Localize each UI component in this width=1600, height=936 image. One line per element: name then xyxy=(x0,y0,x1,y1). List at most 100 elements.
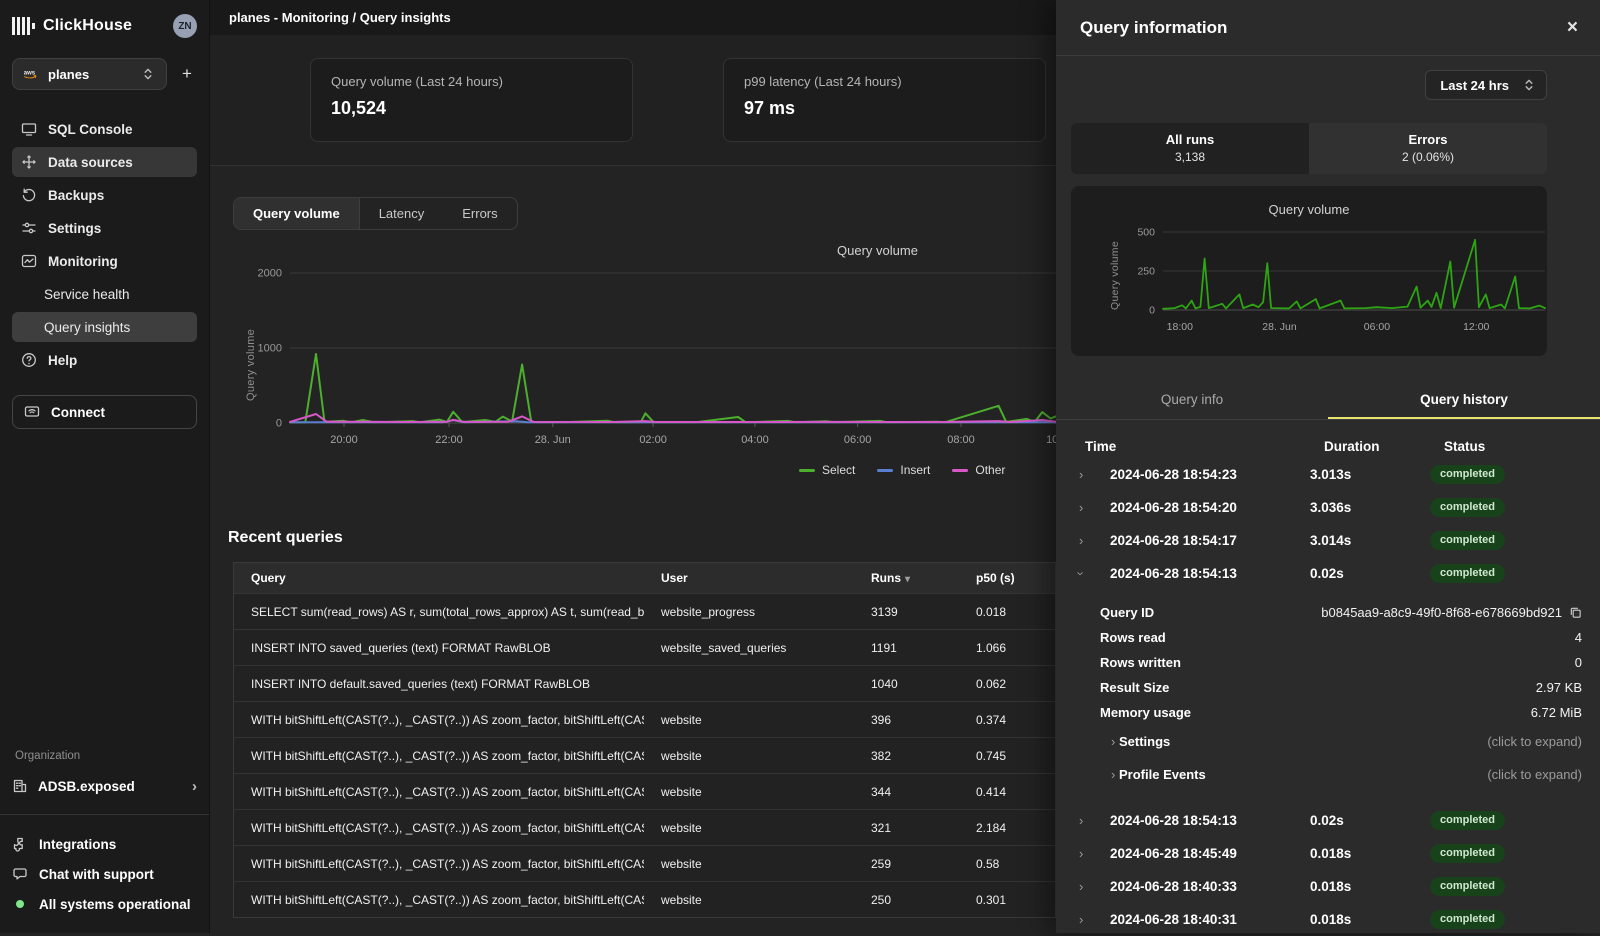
segment-all-runs[interactable]: All runs3,138 xyxy=(1071,123,1309,174)
cell-query: INSERT INTO saved_queries (text) FORMAT … xyxy=(234,641,644,655)
svg-text:250: 250 xyxy=(1137,266,1155,278)
table-row[interactable]: WITH bitShiftLeft(CAST(?..), _CAST(?..))… xyxy=(234,845,1055,881)
sidebar-item-all-systems-operational[interactable]: All systems operational xyxy=(12,889,197,919)
cell-user: website_progress xyxy=(644,605,854,619)
sidebar: ClickHouse ZN aws planes + SQL ConsoleDa… xyxy=(0,0,210,933)
table-row[interactable]: INSERT INTO default.saved_queries (text)… xyxy=(234,665,1055,701)
time-range-selector[interactable]: Last 24 hrs xyxy=(1425,70,1547,100)
cell-runs: 344 xyxy=(854,785,959,799)
tab-query-info[interactable]: Query info xyxy=(1056,382,1328,419)
chevron-right-icon[interactable]: › xyxy=(1071,500,1095,515)
legend-item-insert[interactable]: Insert xyxy=(877,463,930,477)
expandable-label: Profile Events xyxy=(1119,767,1206,782)
chevron-right-icon: › xyxy=(192,778,197,795)
chevron-right-icon: › xyxy=(1100,734,1119,749)
expandable-section-profile-events[interactable]: ›Profile Events(click to expand) xyxy=(1100,758,1582,791)
legend-item-select[interactable]: Select xyxy=(799,463,855,477)
history-time: 2024-06-28 18:40:31 xyxy=(1095,912,1310,927)
sidebar-item-monitoring[interactable]: Monitoring xyxy=(12,246,197,276)
segment-value: 2 (0.06%) xyxy=(1309,150,1547,164)
service-selector[interactable]: aws planes xyxy=(12,58,167,90)
connect-button[interactable]: Connect xyxy=(12,395,197,429)
add-service-button[interactable]: + xyxy=(177,64,197,84)
history-row[interactable]: ›2024-06-28 18:54:173.014scompleted xyxy=(1071,524,1592,557)
breadcrumb-bar: planes - Monitoring / Query insights xyxy=(210,0,1056,35)
history-row[interactable]: ›2024-06-28 18:54:130.02scompleted xyxy=(1071,557,1592,590)
cell-query: WITH bitShiftLeft(CAST(?..), _CAST(?..))… xyxy=(234,821,644,835)
legend-item-other[interactable]: Other xyxy=(952,463,1005,477)
detail-label: Query ID xyxy=(1100,605,1154,620)
chevron-right-icon[interactable]: › xyxy=(1071,467,1095,482)
close-icon[interactable]: × xyxy=(1567,18,1578,37)
tab-errors[interactable]: Errors xyxy=(443,198,516,229)
table-row[interactable]: SELECT sum(read_rows) AS r, sum(total_ro… xyxy=(234,593,1055,629)
table-row[interactable]: INSERT INTO saved_queries (text) FORMAT … xyxy=(234,629,1055,665)
svg-text:06:00: 06:00 xyxy=(1364,321,1390,333)
sidebar-item-sql-console[interactable]: SQL Console xyxy=(12,114,197,144)
sidebar-item-backups[interactable]: Backups xyxy=(12,180,197,210)
sidebar-item-service-health[interactable]: Service health xyxy=(12,279,197,309)
panel-title: Query information xyxy=(1080,18,1227,38)
sidebar-item-help[interactable]: Help xyxy=(12,345,197,375)
connect-icon xyxy=(24,404,40,420)
chevron-right-icon[interactable]: › xyxy=(1071,912,1095,927)
sidebar-item-chat-with-support[interactable]: Chat with support xyxy=(12,859,197,889)
sidebar-item-data-sources[interactable]: Data sources xyxy=(12,147,197,177)
history-rows-more: ›2024-06-28 18:54:130.02scompleted›2024-… xyxy=(1071,804,1592,936)
segment-label: Errors xyxy=(1309,132,1547,147)
chevron-right-icon[interactable]: › xyxy=(1071,813,1095,828)
sidebar-item-integrations[interactable]: Integrations xyxy=(12,829,197,859)
building-icon xyxy=(12,778,28,794)
table-row[interactable]: WITH bitShiftLeft(CAST(?..), _CAST(?..))… xyxy=(234,881,1055,917)
history-time: 2024-06-28 18:54:20 xyxy=(1095,500,1310,515)
svg-text:0: 0 xyxy=(1149,305,1155,317)
chevron-right-icon[interactable]: › xyxy=(1071,533,1095,548)
tab-query-history[interactable]: Query history xyxy=(1328,382,1600,419)
svg-text:06:00: 06:00 xyxy=(844,434,872,446)
status-badge: completed xyxy=(1430,877,1505,896)
chevron-right-icon[interactable]: › xyxy=(1071,846,1095,861)
stat-value: 10,524 xyxy=(331,98,612,119)
tab-latency[interactable]: Latency xyxy=(360,198,444,229)
table-row[interactable]: WITH bitShiftLeft(CAST(?..), _CAST(?..))… xyxy=(234,809,1055,845)
user-avatar[interactable]: ZN xyxy=(173,14,197,38)
cell-runs: 396 xyxy=(854,713,959,727)
history-time: 2024-06-28 18:54:23 xyxy=(1095,467,1310,482)
cell-runs: 1040 xyxy=(854,677,959,691)
status-badge: completed xyxy=(1430,910,1505,929)
history-row[interactable]: ›2024-06-28 18:54:130.02scompleted xyxy=(1071,804,1592,837)
runs-errors-segments: All runs3,138Errors 2 (0.06%) xyxy=(1071,123,1547,174)
table-row[interactable]: WITH bitShiftLeft(CAST(?..), _CAST(?..))… xyxy=(234,701,1055,737)
history-row[interactable]: ›2024-06-28 18:54:203.036scompleted xyxy=(1071,491,1592,524)
history-row[interactable]: ›2024-06-28 18:45:490.018scompleted xyxy=(1071,837,1592,870)
copy-icon[interactable] xyxy=(1569,606,1582,619)
sidebar-item-settings[interactable]: Settings xyxy=(12,213,197,243)
table-row[interactable]: WITH bitShiftLeft(CAST(?..), _CAST(?..))… xyxy=(234,737,1055,773)
segment-errors[interactable]: Errors 2 (0.06%) xyxy=(1309,123,1547,174)
status-badge: completed xyxy=(1430,811,1505,830)
footer-item-label: Integrations xyxy=(39,837,116,852)
table-row[interactable]: WITH bitShiftLeft(CAST(?..), _CAST(?..))… xyxy=(234,773,1055,809)
history-status: completed xyxy=(1430,910,1592,929)
cell-p50: 0.745 xyxy=(959,749,1057,763)
sidebar-item-query-insights[interactable]: Query insights xyxy=(12,312,197,342)
column-header-runs[interactable]: Runs▾ xyxy=(854,571,959,585)
chevron-down-icon[interactable]: › xyxy=(1071,566,1095,581)
organization-row[interactable]: ADSB.exposed › xyxy=(12,772,197,800)
query-information-panel: Query information × Last 24 hrs All runs… xyxy=(1056,0,1600,933)
tab-query-volume[interactable]: Query volume xyxy=(234,198,360,229)
expandable-section-settings[interactable]: ›Settings(click to expand) xyxy=(1100,725,1582,758)
cell-runs: 321 xyxy=(854,821,959,835)
detail-label: Rows read xyxy=(1100,630,1166,645)
chevron-updown-icon xyxy=(140,66,156,82)
history-row[interactable]: ›2024-06-28 18:40:330.018scompleted xyxy=(1071,870,1592,903)
history-row[interactable]: ›2024-06-28 18:40:310.018scompleted xyxy=(1071,903,1592,936)
cell-query: WITH bitShiftLeft(CAST(?..), _CAST(?..))… xyxy=(234,893,644,907)
history-row[interactable]: ›2024-06-28 18:54:233.013scompleted xyxy=(1071,458,1592,491)
svg-text:20:00: 20:00 xyxy=(330,434,358,446)
chart-y-axis-label: Query volume xyxy=(245,290,257,440)
chevron-right-icon[interactable]: › xyxy=(1071,879,1095,894)
detail-value: 0 xyxy=(1575,655,1582,670)
status-badge: completed xyxy=(1430,498,1505,517)
history-status: completed xyxy=(1430,465,1592,484)
